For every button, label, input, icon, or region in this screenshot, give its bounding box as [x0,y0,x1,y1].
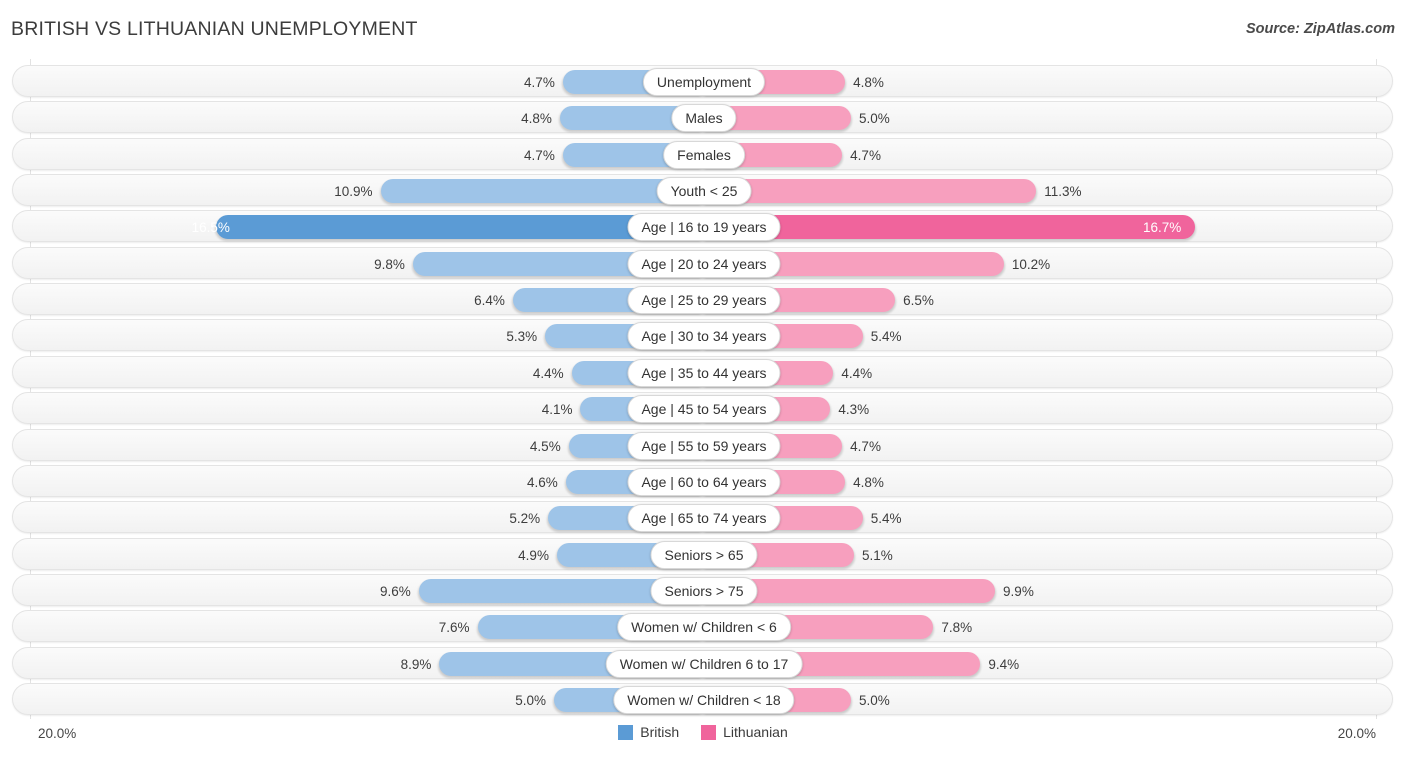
value-label-lithuanian: 5.0% [859,111,890,127]
table-row: 4.1% 4.3% Age | 45 to 54 years [12,392,1393,425]
value-label-british: 4.7% [524,75,555,90]
table-row: 16.5% 16.7% Age | 16 to 19 years [12,210,1393,243]
category-label-pill: Women w/ Children < 6 [617,613,791,642]
value-label-lithuanian: 5.4% [870,329,902,345]
chart-plot-area: 4.7% 4.8% Unemployment 4.8% 5.0% Males 4.7% 4.7… [0,59,1406,719]
table-row: 6.4% 6.5% Age | 25 to 29 years [12,283,1393,316]
table-row: 9.6% 9.9% Seniors > 75 [12,573,1393,606]
value-label-lithuanian: 4.4% [841,365,873,381]
chart-footer: 20.0% 20.0% British Lithuanian [0,719,1406,757]
table-row: 5.2% 5.4% Age | 65 to 74 years [12,501,1393,534]
legend-label: Lithuanian [723,724,788,740]
table-row: 5.3% 5.4% Age | 30 to 34 years [12,319,1393,352]
category-label-pill: Women w/ Children 6 to 17 [605,649,803,678]
table-row: 5.0% 5.0% Women w/ Children < 18 [12,682,1393,715]
category-label-pill: Age | 16 to 19 years [627,213,781,242]
value-label-british: 9.8% [374,256,405,272]
value-label-lithuanian: 7.8% [941,620,973,636]
category-label-pill: Age | 55 to 59 years [627,431,781,460]
value-label-british: 8.9% [400,656,432,672]
category-label-pill: Seniors > 65 [650,540,758,569]
value-label-british: 4.4% [532,365,564,381]
table-row: 4.5% 4.7% Age | 55 to 59 years [12,428,1393,461]
value-label-british: 4.7% [524,147,555,163]
legend-swatch-lithuanian [701,724,717,740]
table-row: 4.6% 4.8% Age | 60 to 64 years [12,464,1393,497]
category-label-pill: Women w/ Children < 18 [613,685,795,714]
value-label-british: 5.3% [506,329,538,345]
category-label-pill: Age | 45 to 54 years [627,395,781,424]
table-row: 8.9% 9.4% Women w/ Children 6 to 17 [12,646,1393,679]
value-label-british: 6.4% [474,293,505,309]
value-label-lithuanian: 5.0% [859,692,890,708]
value-label-lithuanian: 4.8% [853,474,884,490]
source-attribution: Source: ZipAtlas.com [1245,21,1395,37]
table-row: 10.9% 11.3% Youth < 25 [12,174,1393,207]
category-label-pill: Age | 20 to 24 years [627,249,781,278]
value-label-british: 4.1% [541,402,573,418]
value-label-british: 4.6% [526,474,558,490]
value-label-lithuanian: 5.1% [861,547,893,563]
category-label-pill: Age | 65 to 74 years [627,504,781,533]
table-row: 9.8% 10.2% Age | 20 to 24 years [12,246,1393,279]
table-row: 4.8% 5.0% Males [12,101,1393,134]
chart-legend: British Lithuanian [0,724,1406,740]
table-row: 4.4% 4.4% Age | 35 to 44 years [12,355,1393,388]
table-row: 4.7% 4.7% Females [12,137,1393,170]
category-label-pill: Females [663,140,745,169]
category-label-pill: Age | 35 to 44 years [627,358,781,387]
value-label-lithuanian: 4.3% [838,402,870,418]
value-label-lithuanian: 9.9% [1003,583,1034,599]
value-label-british: 9.6% [379,583,411,599]
value-label-lithuanian: 4.7% [850,438,881,454]
value-label-lithuanian: 4.7% [850,147,881,163]
legend-item: British [618,724,679,740]
category-label-pill: Seniors > 75 [650,576,758,605]
category-label-pill: Males [671,104,737,133]
value-label-british: 5.0% [515,692,546,708]
value-label-british: 16.5% [191,220,230,236]
category-label-pill: Youth < 25 [656,177,752,206]
legend-label: British [640,724,680,740]
chart-header: BRITISH VS LITHUANIAN UNEMPLOYMENT Sourc… [0,0,1406,58]
value-label-british: 10.9% [334,184,373,200]
value-label-british: 4.5% [529,438,561,454]
value-label-lithuanian: 11.3% [1044,184,1082,200]
value-label-lithuanian: 6.5% [903,293,934,309]
category-label-pill: Unemployment [642,68,766,96]
table-row: 4.9% 5.1% Seniors > 65 [12,537,1393,570]
category-label-pill: Age | 30 to 34 years [627,322,781,351]
value-label-lithuanian: 10.2% [1011,256,1051,272]
category-label-pill: Age | 25 to 29 years [627,286,781,315]
value-label-british: 4.8% [521,111,552,127]
legend-item: Lithuanian [701,724,788,740]
value-label-lithuanian: 16.7% [1142,220,1182,236]
value-label-british: 4.9% [518,547,549,563]
page-title: BRITISH VS LITHUANIAN UNEMPLOYMENT [11,18,418,40]
bar-british [380,179,701,204]
legend-swatch-british [618,724,634,740]
value-label-lithuanian: 4.8% [853,75,884,90]
category-label-pill: Age | 60 to 64 years [627,467,781,496]
value-label-british: 5.2% [509,511,541,527]
table-row: 4.7% 4.8% Unemployment [12,65,1393,97]
table-row: 7.6% 7.8% Women w/ Children < 6 [12,610,1393,643]
bar-lithuanian [704,179,1037,204]
value-label-lithuanian: 9.4% [988,656,1020,672]
value-label-lithuanian: 5.4% [870,511,902,527]
value-label-british: 7.6% [438,620,470,636]
